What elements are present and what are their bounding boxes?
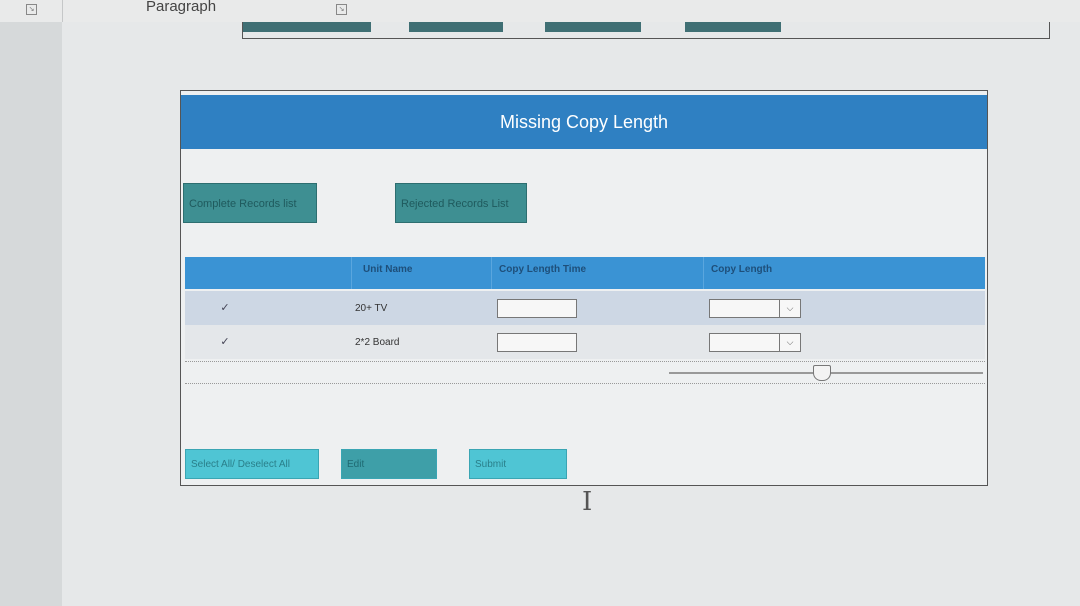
previous-button[interactable] — [685, 22, 781, 32]
chevron-down-icon[interactable]: ⌵ — [779, 334, 800, 351]
grid-divider — [185, 383, 985, 384]
previous-mockup-frame — [242, 22, 1050, 39]
column-divider — [491, 257, 492, 289]
previous-button[interactable] — [243, 22, 371, 32]
previous-button[interactable] — [545, 22, 641, 32]
left-margin — [0, 22, 62, 606]
copy-length-select[interactable]: ⌵ — [709, 299, 801, 318]
column-header-copy-length: Copy Length — [711, 264, 773, 275]
column-divider — [351, 257, 352, 289]
scrollbar-thumb[interactable] — [813, 365, 831, 381]
text-cursor-icon: I — [582, 487, 593, 517]
chevron-down-icon[interactable]: ⌵ — [779, 300, 800, 317]
dialog-launcher-icon[interactable]: ↘ — [26, 4, 37, 15]
check-icon[interactable]: ✓ — [219, 302, 231, 314]
ribbon-divider — [62, 0, 63, 22]
ribbon: ↘ Paragraph ↘ — [0, 0, 1080, 23]
previous-button[interactable] — [409, 22, 503, 32]
submit-button[interactable]: Submit — [469, 449, 567, 479]
edit-button[interactable]: Edit — [341, 449, 437, 479]
table-row: ✓ 2*2 Board ⌵ — [185, 325, 985, 359]
column-header-unit-name: Unit Name — [363, 264, 413, 275]
select-all-button[interactable]: Select All/ Deselect All — [185, 449, 319, 479]
dialog-launcher-icon[interactable]: ↘ — [336, 4, 347, 15]
column-header-copy-length-time: Copy Length Time — [499, 264, 587, 275]
check-icon[interactable]: ✓ — [219, 336, 231, 348]
copy-length-select[interactable]: ⌵ — [709, 333, 801, 352]
complete-records-button[interactable]: Complete Records list — [183, 183, 317, 223]
grid-divider — [185, 361, 985, 362]
grid-header: Unit Name Copy Length Time Copy Length — [185, 257, 985, 289]
unit-name-cell: 20+ TV — [355, 303, 388, 314]
column-divider — [703, 257, 704, 289]
rejected-records-button[interactable]: Rejected Records List — [395, 183, 527, 223]
ribbon-group-label: Paragraph — [146, 0, 217, 15]
panel-title: Missing Copy Length — [181, 95, 987, 149]
unit-name-cell: 2*2 Board — [355, 337, 400, 348]
copy-length-time-input[interactable] — [497, 299, 577, 318]
copy-length-time-input[interactable] — [497, 333, 577, 352]
mockup-panel: Missing Copy Length Complete Records lis… — [180, 90, 988, 486]
table-row: ✓ 20+ TV ⌵ — [185, 291, 985, 325]
